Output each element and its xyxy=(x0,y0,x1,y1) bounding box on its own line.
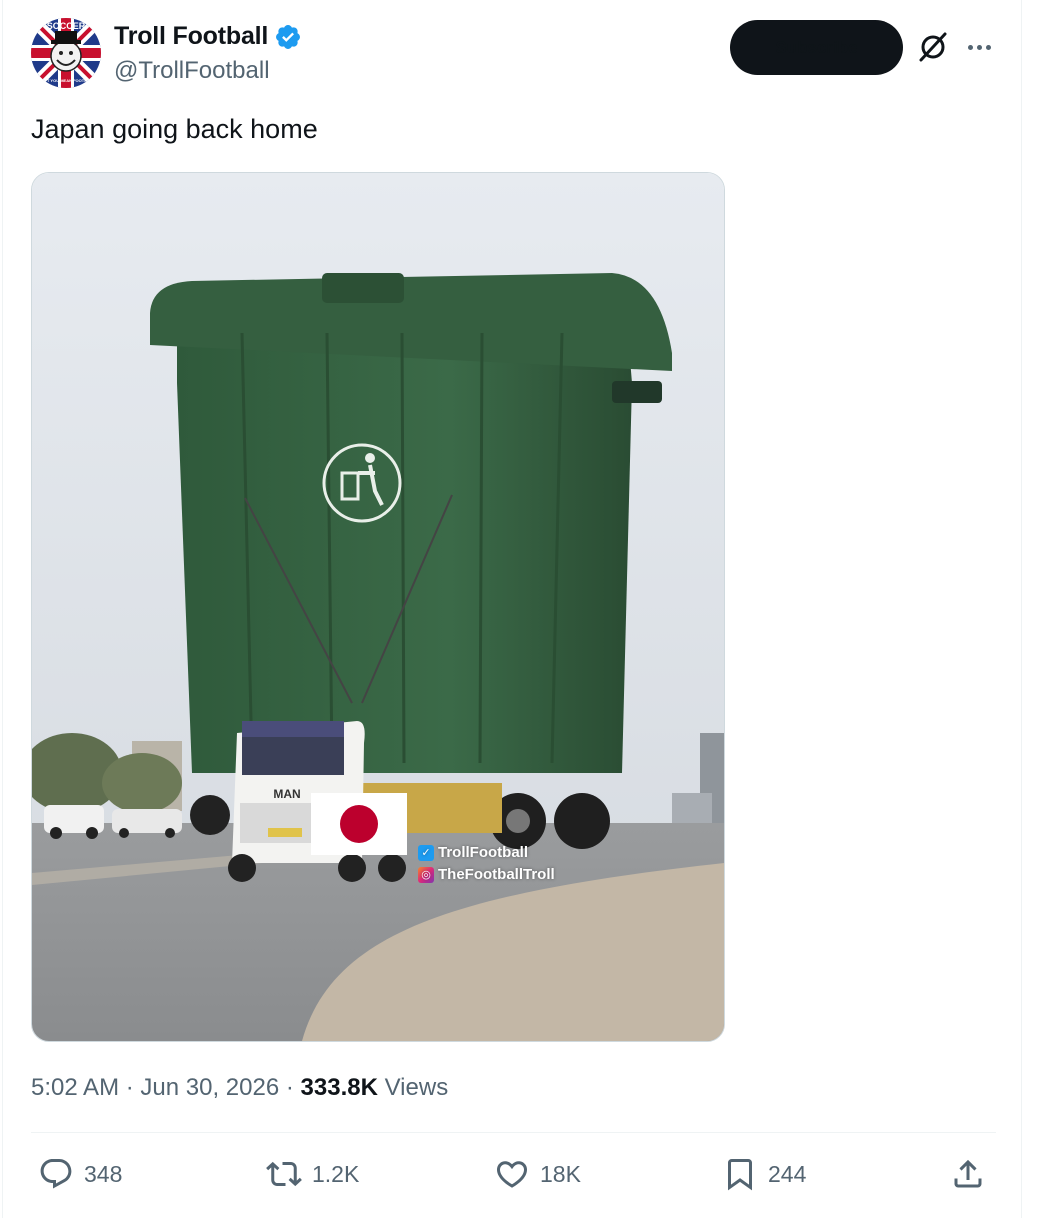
verified-badge-icon xyxy=(276,24,301,49)
share-button[interactable] xyxy=(950,1152,986,1196)
watermark-twitter-text: TrollFootball xyxy=(438,844,528,861)
reply-button[interactable]: 348 xyxy=(38,1152,122,1196)
bookmark-icon xyxy=(728,1159,752,1191)
tweet-time[interactable]: 5:02 AM xyxy=(31,1074,119,1101)
reply-count: 348 xyxy=(84,1160,123,1187)
watermark-instagram-text: TheFootballTroll xyxy=(438,866,555,883)
tweet-image[interactable]: MAN ✓ TrollFootball ◎ TheFootballTroll xyxy=(31,172,725,1042)
retweet-icon xyxy=(266,1161,302,1187)
timeline-border-left xyxy=(2,0,3,1218)
tweet-date[interactable]: Jun 30, 2026 xyxy=(140,1074,279,1101)
tweet-meta: 5:02 AM · Jun 30, 2026 · 333.8K Views xyxy=(31,1074,448,1102)
watermark-instagram: ◎ TheFootballTroll xyxy=(418,866,555,883)
separator: · xyxy=(285,1074,294,1101)
separator: · xyxy=(125,1074,134,1101)
bookmark-button[interactable]: 244 xyxy=(722,1152,806,1196)
display-name[interactable]: Troll Football xyxy=(114,22,268,51)
views-label: Views xyxy=(384,1074,449,1101)
retweet-count: 1.2K xyxy=(312,1160,360,1187)
author-handle[interactable]: @TrollFootball xyxy=(114,57,270,85)
author-name-row[interactable]: Troll Football xyxy=(114,22,302,51)
truck-brand: MAN xyxy=(273,787,300,801)
more-icon[interactable] xyxy=(962,32,996,62)
avatar-text-top: SOCCER xyxy=(47,21,86,31)
like-count: 18K xyxy=(540,1160,581,1187)
instagram-icon: ◎ xyxy=(418,866,434,883)
like-icon xyxy=(496,1161,528,1188)
retweet-button[interactable]: 1.2K xyxy=(266,1152,359,1196)
bookmark-count: 244 xyxy=(768,1160,807,1187)
reply-icon xyxy=(40,1159,72,1189)
subscribe-button[interactable]: Subscribe xyxy=(730,20,903,75)
timeline-border-right xyxy=(1021,0,1022,1218)
avatar[interactable]: SOCCER DON'T YOU MEAN FOOTBALL xyxy=(31,18,101,88)
divider xyxy=(31,1132,996,1133)
share-icon xyxy=(954,1159,982,1188)
like-button[interactable]: 18K xyxy=(494,1152,581,1196)
twitter-bird-icon: ✓ xyxy=(418,844,434,861)
tweet-text: Japan going back home xyxy=(31,114,318,144)
watermark-twitter: ✓ TrollFootball xyxy=(418,844,528,861)
avatar-text-bottom: DON'T YOU MEAN FOOTBALL xyxy=(37,78,95,83)
views-count: 333.8K xyxy=(300,1074,378,1101)
grok-icon[interactable] xyxy=(916,30,950,64)
